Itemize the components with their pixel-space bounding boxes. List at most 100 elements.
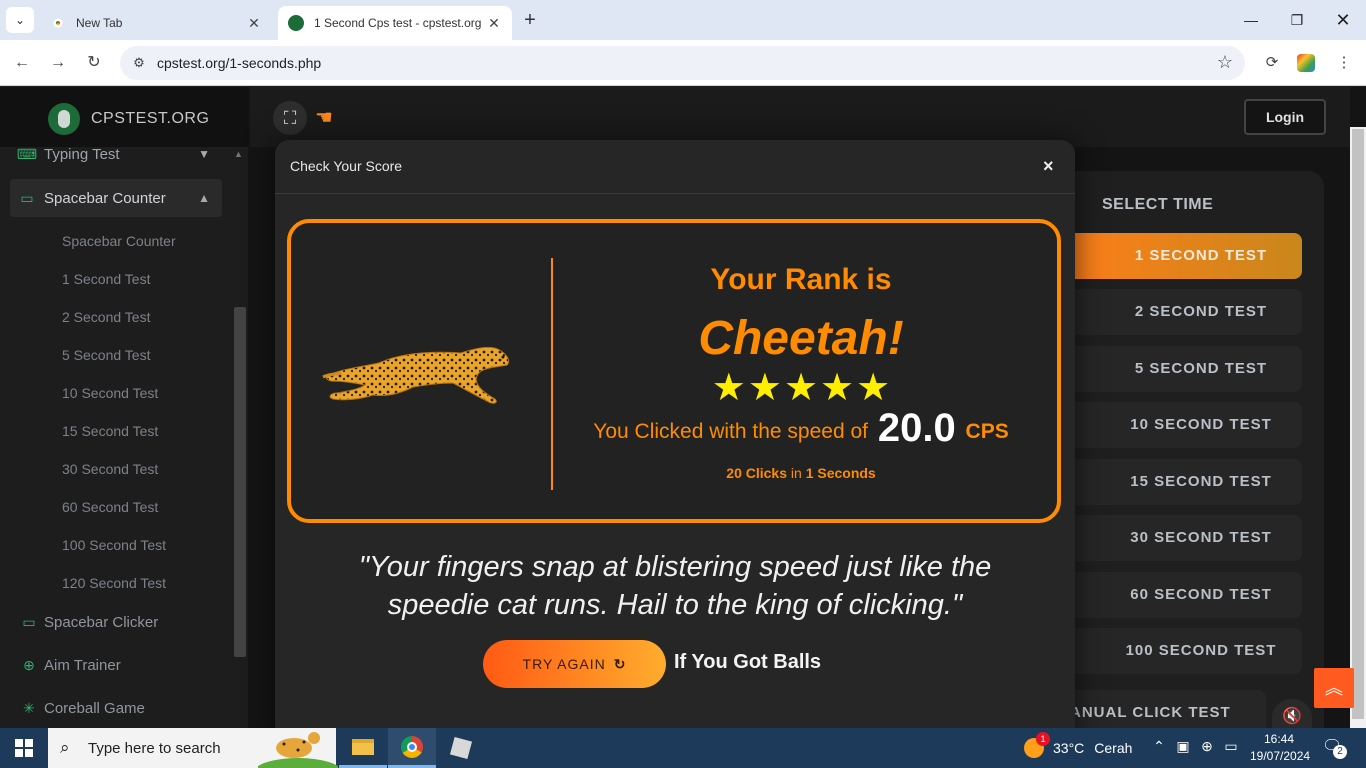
result-box: Your Rank is Cheetah! ★★★★★ You Clicked … <box>287 219 1061 523</box>
windows-start-icon[interactable] <box>0 728 48 768</box>
battery-icon[interactable]: ▭ <box>1220 738 1242 755</box>
sidebar-item-coreball-game[interactable]: ✳ Coreball Game <box>14 689 226 727</box>
sidebar-subitem[interactable]: 1 Second Test <box>62 271 150 287</box>
mute-icon[interactable]: 🔇 <box>1272 699 1312 728</box>
sidebar-subitem[interactable]: 2 Second Test <box>62 309 150 325</box>
keyboard-icon: ⌨ <box>16 145 38 162</box>
address-bar[interactable]: ⚙ cpstest.org/1-seconds.php ☆ <box>120 46 1245 80</box>
restore-icon[interactable]: ❐ <box>1282 8 1312 32</box>
clock-time: 16:44 <box>1263 732 1295 746</box>
tab-new-tab[interactable]: New Tab ✕ <box>40 6 272 40</box>
login-button[interactable]: Login <box>1244 99 1326 135</box>
time-option-button[interactable]: 15 SECOND TEST <box>1060 459 1302 505</box>
page-scrollbar-thumb[interactable] <box>1352 129 1364 719</box>
scroll-up-arrow-icon[interactable]: ▲ <box>234 149 243 159</box>
sidebar-subitem[interactable]: 10 Second Test <box>62 385 158 401</box>
time-option-button[interactable]: 2 SECOND TEST <box>1060 289 1302 335</box>
time-option-button[interactable]: 1 SECOND TEST <box>1060 233 1302 279</box>
select-time-heading: SELECT TIME <box>1102 196 1214 213</box>
time-option-button[interactable]: 5 SECOND TEST <box>1060 346 1302 392</box>
device-icon[interactable]: ▣ <box>1172 738 1194 755</box>
cpstest-favicon-icon <box>288 15 304 31</box>
mouse-logo-icon <box>48 103 80 135</box>
sidebar-subitem[interactable]: 5 Second Test <box>62 347 150 363</box>
time-option-button[interactable]: 30 SECOND TEST <box>1060 515 1302 561</box>
result-quote: "Your fingers snap at blistering speed j… <box>358 551 992 621</box>
sidebar-subitem[interactable]: Spacebar Counter <box>62 233 176 249</box>
close-icon[interactable]: × <box>1043 156 1054 177</box>
page-content: CPSTEST.ORG ⌨ Typing Test ▼ ▭ Spacebar C… <box>0 87 1366 728</box>
more-menu-icon[interactable]: ⋮ <box>1333 52 1355 74</box>
sidebar-subitem[interactable]: 15 Second Test <box>62 423 158 439</box>
pointing-hand-icon[interactable]: ☚ <box>315 105 333 130</box>
time-option-button[interactable]: 60 SECOND TEST <box>1060 572 1302 618</box>
extension-icon[interactable]: ⟳ <box>1261 52 1283 74</box>
roblox-icon[interactable] <box>437 728 485 768</box>
site-info-icon[interactable]: ⚙ <box>130 54 148 72</box>
sidebar-item-label: Coreball Game <box>44 699 145 717</box>
taskbar-search-box[interactable]: ⌕ Type here to search <box>48 728 338 768</box>
weather-widget[interactable]: 1 33°C Cerah <box>1024 732 1133 758</box>
bookmark-star-icon[interactable]: ☆ <box>1217 52 1233 73</box>
rank-label: Your Rank is <box>710 263 892 296</box>
time-option-button[interactable]: 10 SECOND TEST <box>1060 402 1302 448</box>
star-icon: ★ <box>747 367 782 409</box>
challenge-text: If You Got Balls <box>674 651 822 673</box>
notification-icon[interactable]: 🗨 2 <box>1322 736 1347 759</box>
taskbar-clock[interactable]: 16:44 19/07/2024 <box>1250 731 1310 765</box>
spacebar-icon: ▭ <box>20 189 34 206</box>
sidebar-item-aim-trainer[interactable]: ⊕ Aim Trainer <box>14 646 226 684</box>
chevron-up-icon: ▲ <box>198 191 210 205</box>
vertical-divider <box>551 258 553 490</box>
sidebar-item-label: Spacebar Counter <box>44 189 166 207</box>
modal-title: Check Your Score <box>290 158 403 174</box>
url-text[interactable]: cpstest.org/1-seconds.php <box>157 55 321 71</box>
forward-icon[interactable]: → <box>46 51 70 75</box>
sidebar-subitem[interactable]: 30 Second Test <box>62 461 158 477</box>
fullscreen-icon[interactable]: ⛶ <box>273 101 307 135</box>
star-icon: ★ <box>820 367 855 409</box>
sidebar-item-label: Typing Test <box>44 145 120 163</box>
scroll-to-top-icon[interactable]: ︽ <box>1314 668 1354 708</box>
time-option-button[interactable]: ANUAL CLICK TEST <box>1060 690 1266 728</box>
coreball-icon: ✳ <box>23 699 35 716</box>
search-highlight-icon <box>258 732 338 768</box>
cps-unit: CPS <box>965 420 1009 443</box>
sidebar-item-spacebar-clicker[interactable]: ▭ Spacebar Clicker <box>14 603 226 641</box>
clicks-count: 20 Clicks <box>726 465 787 481</box>
back-icon[interactable]: ← <box>10 51 34 75</box>
time-option-button[interactable]: 100 SECOND TEST <box>1060 628 1302 674</box>
close-tab-icon[interactable]: ✕ <box>486 15 502 32</box>
new-tab-button[interactable]: + <box>518 9 542 33</box>
close-tab-icon[interactable]: ✕ <box>246 15 262 32</box>
chevron-up-icon[interactable]: ⌃ <box>1148 738 1170 755</box>
cps-value: 20.0 <box>877 406 956 450</box>
sidebar-item-spacebar-counter[interactable]: ▭ Spacebar Counter ▲ <box>10 179 222 217</box>
tab-title: New Tab <box>76 16 123 30</box>
chrome-taskbar-icon[interactable] <box>388 728 436 768</box>
sidebar-subitem[interactable]: 100 Second Test <box>62 537 166 553</box>
crosshair-icon: ⊕ <box>23 656 35 673</box>
sidebar-subitem[interactable]: 60 Second Test <box>62 499 158 515</box>
star-icon: ★ <box>711 367 746 409</box>
sidebar-item-label: Aim Trainer <box>44 656 121 674</box>
tab-search-button[interactable]: ⌄ <box>6 7 34 33</box>
sidebar-scrollbar-thumb[interactable] <box>234 307 246 657</box>
clicks-time: 1 Seconds <box>805 465 876 481</box>
try-again-button[interactable]: TRY AGAIN ↻ <box>483 640 666 688</box>
close-window-icon[interactable]: ✕ <box>1328 8 1358 32</box>
browser-toolbar: ← → ↻ ⚙ cpstest.org/1-seconds.php ☆ ⟳ ⋮ <box>0 40 1366 86</box>
browser-tab-bar: ⌄ New Tab ✕ 1 Second Cps test - cpstest.… <box>0 0 1366 40</box>
star-icon: ★ <box>856 367 891 409</box>
sidebar-item-typing-test[interactable]: ⌨ Typing Test ▼ <box>10 135 222 173</box>
profile-avatar-icon[interactable] <box>1297 54 1315 72</box>
network-globe-icon[interactable]: ⊕ <box>1196 738 1218 755</box>
sidebar-subitem[interactable]: 120 Second Test <box>62 575 166 591</box>
tab-cps-test[interactable]: 1 Second Cps test - cpstest.org ✕ <box>278 6 512 40</box>
file-explorer-icon[interactable] <box>339 728 387 768</box>
weather-text: Cerah <box>1094 740 1133 756</box>
weather-badge: 1 <box>1036 732 1050 746</box>
minimize-icon[interactable]: — <box>1236 8 1266 32</box>
reload-icon[interactable]: ↻ <box>82 51 106 75</box>
modal-header: Check Your Score × <box>275 140 1075 194</box>
